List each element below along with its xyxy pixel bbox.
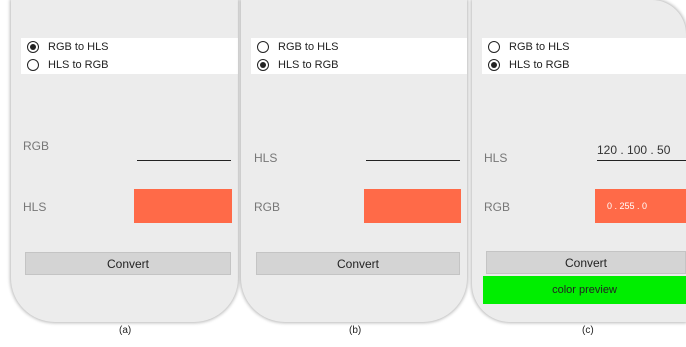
color-input-field[interactable]	[366, 141, 460, 161]
input-label: HLS	[484, 151, 508, 165]
radio-selected-icon[interactable]	[488, 59, 500, 71]
option-rgb-to-hls[interactable]: RGB to HLS	[21, 38, 109, 56]
convert-button[interactable]: Convert	[486, 251, 686, 274]
phone-panel-a: RGB to HLS HLS to RGB RGB HLS Convert	[11, 0, 238, 322]
color-input-field[interactable]: 120 . 100 . 50	[597, 141, 686, 161]
conversion-mode-radiogroup: RGB to HLS HLS to RGB	[482, 38, 686, 74]
radio-selected-icon[interactable]	[257, 59, 269, 71]
convert-button[interactable]: Convert	[256, 252, 460, 275]
phone-panel-c: RGB to HLS HLS to RGB HLS 120 . 100 . 50…	[472, 0, 686, 322]
color-preview: color preview	[483, 276, 686, 304]
conversion-mode-radiogroup: RGB to HLS HLS to RGB	[21, 38, 238, 74]
input-label: HLS	[254, 151, 278, 165]
option-label: HLS to RGB	[278, 59, 339, 71]
option-rgb-to-hls[interactable]: RGB to HLS	[251, 38, 339, 56]
result-box	[134, 189, 232, 223]
result-box	[364, 189, 461, 223]
conversion-mode-radiogroup: RGB to HLS HLS to RGB	[251, 38, 467, 74]
radio-unselected-icon[interactable]	[257, 41, 269, 53]
option-hls-to-rgb[interactable]: HLS to RGB	[21, 56, 109, 74]
result-label: RGB	[254, 200, 281, 214]
option-label: RGB to HLS	[48, 41, 109, 53]
caption-c: (c)	[582, 325, 594, 336]
input-label: RGB	[23, 139, 50, 153]
phone-panel-b: RGB to HLS HLS to RGB HLS RGB Convert	[241, 0, 467, 322]
option-label: HLS to RGB	[48, 59, 109, 71]
caption-a: (a)	[119, 325, 132, 336]
option-label: RGB to HLS	[278, 41, 339, 53]
convert-button[interactable]: Convert	[25, 252, 231, 275]
result-label: RGB	[484, 200, 511, 214]
option-label: HLS to RGB	[509, 59, 570, 71]
option-hls-to-rgb[interactable]: HLS to RGB	[482, 56, 570, 74]
radio-unselected-icon[interactable]	[27, 59, 39, 71]
result-box: 0 . 255 . 0	[595, 189, 686, 223]
option-label: RGB to HLS	[509, 41, 570, 53]
color-input-field[interactable]	[137, 141, 231, 161]
radio-unselected-icon[interactable]	[488, 41, 500, 53]
option-rgb-to-hls[interactable]: RGB to HLS	[482, 38, 570, 56]
radio-selected-icon[interactable]	[27, 41, 39, 53]
caption-b: (b)	[349, 325, 362, 336]
option-hls-to-rgb[interactable]: HLS to RGB	[251, 56, 339, 74]
result-label: HLS	[23, 200, 47, 214]
